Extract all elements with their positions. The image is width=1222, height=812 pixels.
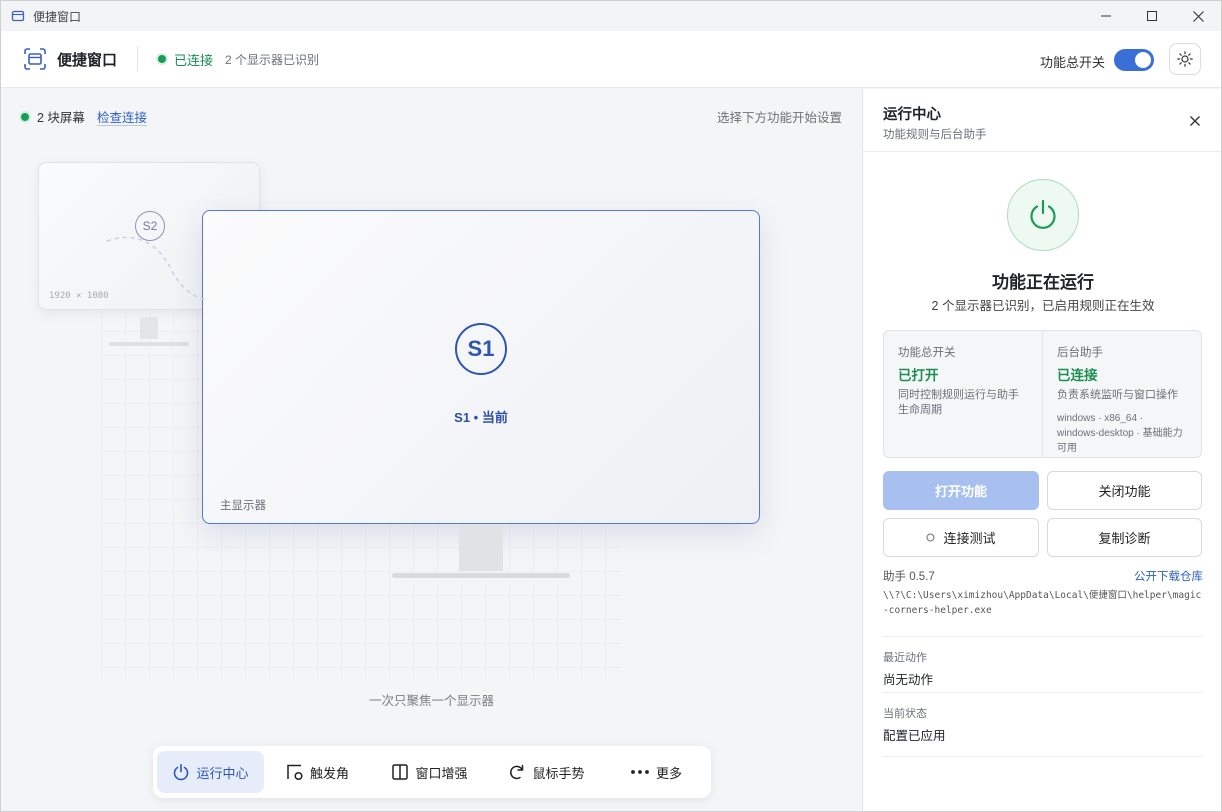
run-center-panel: 运行中心 功能规则与后台助手 功能正在运行 2 个显示器已识别，已启用规则正在生… xyxy=(862,89,1221,811)
monitor-s2-base xyxy=(109,342,189,346)
run-status-title: 功能正在运行 xyxy=(992,273,1094,292)
current-status-row: 当前状态 配置已应用 xyxy=(883,692,1202,757)
focus-hint: 一次只聚焦一个显示器 xyxy=(368,694,494,708)
current-status-value: 配置已应用 xyxy=(883,729,946,743)
toggle-knob xyxy=(1135,52,1151,68)
title-bar: 便捷窗口 xyxy=(1,1,1221,31)
main-area: 2 块屏幕 检查连接 选择下方功能开始设置 S2 1920 × 1080 S1 … xyxy=(1,89,862,811)
monitor-s1-stand xyxy=(459,525,503,571)
primary-display-label: 主显示器 xyxy=(220,500,266,512)
gesture-icon xyxy=(510,764,524,780)
window-title: 便捷窗口 xyxy=(33,9,82,24)
current-status-label: 当前状态 xyxy=(883,708,927,720)
maximize-icon xyxy=(1147,11,1157,21)
app-icon xyxy=(11,10,25,22)
master-switch-status-desc: 同时控制规则运行与助手生命周期 xyxy=(898,389,1019,416)
monitor-s1-caption: S1 • 当前 xyxy=(454,410,508,425)
connection-status-text: 已连接 xyxy=(174,52,214,68)
check-connection-link[interactable]: 检查连接 xyxy=(97,107,147,126)
power-icon xyxy=(1030,199,1056,229)
status-dot-icon xyxy=(21,112,29,121)
recent-action-row: 最近动作 尚无动作 xyxy=(883,636,1202,688)
close-icon xyxy=(1190,116,1200,126)
screens-info: 2 块屏幕 检查连接 xyxy=(21,107,147,126)
setup-hint: 选择下方功能开始设置 xyxy=(716,111,842,125)
helper-status-label: 后台助手 xyxy=(1057,347,1103,359)
nav-run-center-label: 运行中心 xyxy=(196,765,249,781)
close-window-button[interactable] xyxy=(1175,1,1221,31)
helper-status-value: 已连接 xyxy=(1057,368,1098,383)
panel-title: 运行中心 xyxy=(883,107,941,123)
minimize-icon xyxy=(1101,15,1111,17)
app-window: 便捷窗口 便捷窗口 已连接 2 个显示器已识别 功能总开关 2 块屏幕 检查连接… xyxy=(0,0,1222,812)
helper-path: \\?\C:\Users\ximizhou\AppData\Local\便捷窗口… xyxy=(883,590,1202,616)
connection-test-button[interactable]: 连接测试 xyxy=(883,518,1039,557)
monitor-s1-badge: S1 xyxy=(455,323,507,375)
close-icon xyxy=(1192,10,1204,22)
status-summary: 功能总开关 已打开 同时控制规则运行与助手生命周期 后台助手 已连接 负责系统监… xyxy=(883,330,1202,458)
master-switch-status-value: 已打开 xyxy=(898,368,939,383)
helper-version: 助手 0.5.7 xyxy=(883,571,935,583)
corner-icon xyxy=(287,764,303,781)
panel-header: 运行中心 功能规则与后台助手 xyxy=(863,89,1221,152)
recent-action-value: 尚无动作 xyxy=(883,673,934,687)
nav-mouse-gesture[interactable]: 鼠标手势 xyxy=(488,751,605,793)
nav-more[interactable]: 更多 xyxy=(605,751,707,793)
nav-mouse-gesture-label: 鼠标手势 xyxy=(532,765,585,781)
nav-window-enhance-label: 窗口增强 xyxy=(415,765,468,781)
close-feature-button[interactable]: 关闭功能 xyxy=(1047,471,1202,510)
maximize-button[interactable] xyxy=(1129,1,1175,31)
master-switch-status: 功能总开关 已打开 同时控制规则运行与助手生命周期 xyxy=(884,331,1042,457)
circle-icon xyxy=(926,533,936,542)
window-split-icon xyxy=(392,764,409,780)
monitor-s2-stand xyxy=(140,317,158,339)
brand-name: 便捷窗口 xyxy=(57,51,118,69)
recent-action-label: 最近动作 xyxy=(883,652,927,664)
run-status-subtitle: 2 个显示器已识别，已启用规则正在生效 xyxy=(931,299,1155,313)
connection-status: 已连接 xyxy=(158,50,213,69)
nav-window-enhance[interactable]: 窗口增强 xyxy=(371,751,488,793)
panel-subtitle: 功能规则与后台助手 xyxy=(883,129,987,141)
power-status-indicator xyxy=(1007,179,1079,251)
nav-trigger-corner[interactable]: 触发角 xyxy=(264,751,371,793)
power-icon xyxy=(174,763,189,781)
nav-more-label: 更多 xyxy=(655,765,682,781)
master-switch-status-label: 功能总开关 xyxy=(898,347,956,359)
master-switch-toggle[interactable] xyxy=(1114,49,1154,71)
download-repo-link[interactable]: 公开下载仓库 xyxy=(1134,568,1203,584)
open-feature-button[interactable]: 打开功能 xyxy=(883,471,1039,510)
monitors-detected-text: 2 个显示器已识别 xyxy=(225,52,320,67)
status-dot-icon xyxy=(158,55,167,63)
more-dots-icon xyxy=(631,770,649,774)
bottom-nav: 运行中心 触发角 窗口增强 鼠标手势 更多 xyxy=(153,746,711,798)
move-path-icon xyxy=(106,236,206,300)
helper-platform-meta: windows · x86_64 · windows-desktop · 基础能… xyxy=(1057,413,1183,454)
nav-run-center[interactable]: 运行中心 xyxy=(157,751,264,793)
master-switch-label: 功能总开关 xyxy=(1039,55,1105,70)
monitor-s2-resolution: 1920 × 1080 xyxy=(49,291,109,301)
copy-diagnostics-button[interactable]: 复制诊断 xyxy=(1047,518,1202,557)
sun-icon xyxy=(1177,51,1193,67)
header-divider xyxy=(137,46,139,72)
app-header: 便捷窗口 已连接 2 个显示器已识别 功能总开关 xyxy=(1,31,1221,88)
helper-status-desc: 负责系统监听与窗口操作 xyxy=(1057,389,1178,401)
helper-status: 后台助手 已连接 负责系统监听与窗口操作 windows · x86_64 · … xyxy=(1042,331,1201,457)
panel-close-button[interactable] xyxy=(1185,111,1205,131)
minimize-button[interactable] xyxy=(1083,1,1129,31)
nav-trigger-corner-label: 触发角 xyxy=(309,765,349,781)
brand-logo-icon xyxy=(24,48,46,70)
theme-button[interactable] xyxy=(1169,43,1201,75)
connection-test-label: 连接测试 xyxy=(943,531,996,546)
monitor-s1-base xyxy=(392,573,570,578)
screens-count: 2 块屏幕 xyxy=(37,111,85,125)
monitor-s1[interactable]: S1 S1 • 当前 主显示器 xyxy=(202,210,760,524)
